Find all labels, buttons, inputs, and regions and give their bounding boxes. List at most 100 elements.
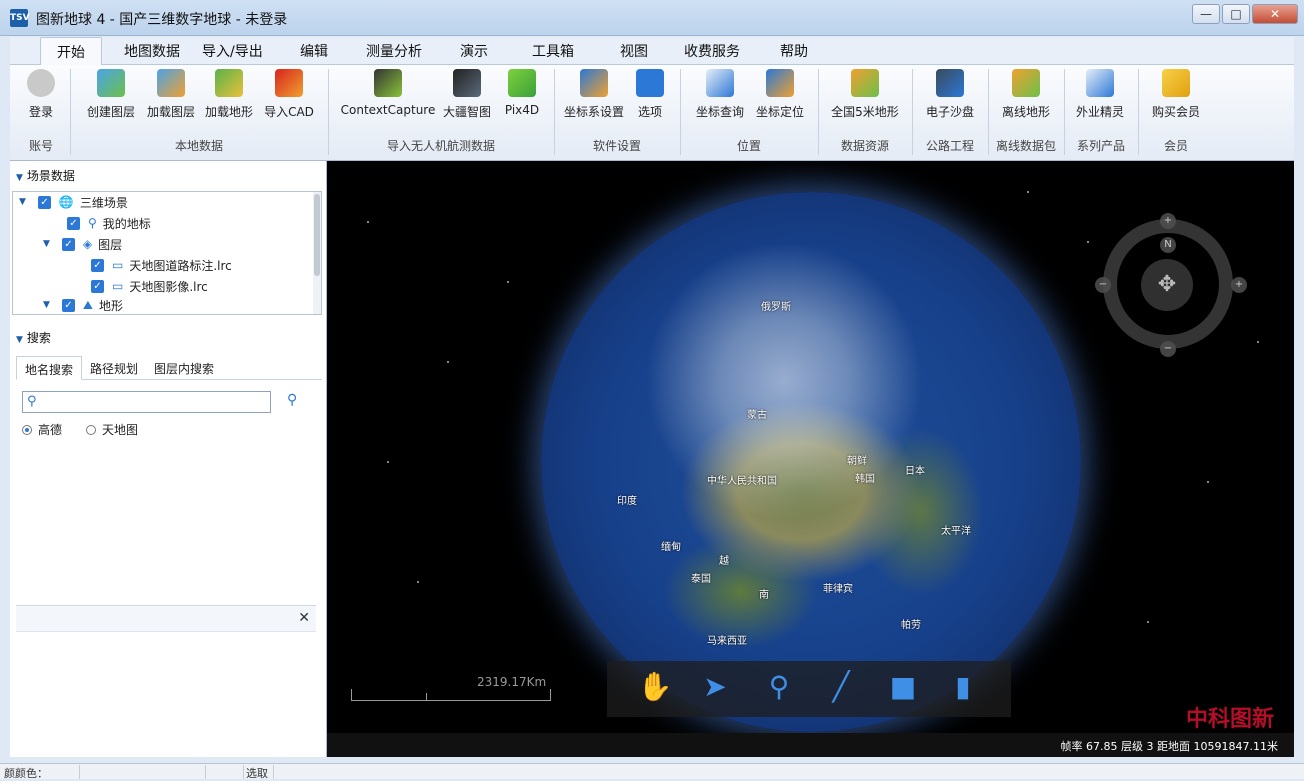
- tab-measure[interactable]: 测量分析: [360, 41, 428, 61]
- load-terrain-button[interactable]: 加载地形: [202, 69, 256, 120]
- crs-settings-button[interactable]: 坐标系设置: [562, 69, 626, 120]
- minimize-button[interactable]: —: [1192, 4, 1220, 24]
- terrain-icon: ⛰: [82, 297, 94, 312]
- hand-pan-icon[interactable]: ✋: [637, 669, 673, 705]
- options-gear-icon: [636, 69, 664, 97]
- map-label: 越: [719, 556, 729, 567]
- tab-view[interactable]: 视图: [614, 41, 654, 61]
- earth-globe[interactable]: 中华人民共和国 日本 韩国 朝鲜 蒙古 俄罗斯 印度 缅甸 泰国 越 南 菲律宾…: [541, 192, 1081, 732]
- tree-item-layers[interactable]: ▼ ✓ ◈ 图层: [43, 234, 122, 254]
- tab-route-planning[interactable]: 路径规划: [82, 356, 146, 379]
- search-input[interactable]: [22, 391, 271, 413]
- terrain-5m-icon: [851, 69, 879, 97]
- ribbon: 登录 创建图层 加载图层 加载地形 导入CAD ContextCapture 大…: [10, 65, 1294, 161]
- offline-terrain-icon: [1012, 69, 1040, 97]
- checkbox[interactable]: ✓: [61, 237, 75, 251]
- expand-triangle-icon[interactable]: ▼: [43, 300, 50, 310]
- radio-gaode[interactable]: [22, 424, 32, 435]
- group-local-data: 本地数据: [174, 139, 223, 153]
- checkbox[interactable]: ✓: [91, 279, 104, 293]
- scene-data-header[interactable]: ▼ 场景数据: [10, 163, 327, 185]
- tree-item-terrain[interactable]: ▼ ✓ ⛰ 地形: [43, 297, 123, 313]
- tab-import-export[interactable]: 导入/导出: [196, 41, 269, 61]
- radio-tianditu[interactable]: [86, 424, 97, 435]
- globe-viewport[interactable]: 中华人民共和国 日本 韩国 朝鲜 蒙古 俄罗斯 印度 缅甸 泰国 越 南 菲律宾…: [327, 161, 1294, 757]
- coord-query-button[interactable]: 坐标查询: [694, 69, 746, 120]
- close-icon[interactable]: ✕: [298, 610, 310, 626]
- tab-map-data[interactable]: 地图数据: [118, 41, 186, 61]
- checkbox[interactable]: ✓: [37, 195, 51, 209]
- zoom-in-icon[interactable]: +: [1160, 213, 1176, 229]
- map-label: 南: [759, 590, 769, 601]
- pin-icon: ⚲: [88, 216, 97, 230]
- line-draw-icon[interactable]: ╱: [823, 669, 859, 705]
- tree-item-3d-scene[interactable]: ▼ ✓ 🌐 三维场景: [19, 192, 128, 212]
- layers-icon: ◈: [82, 237, 93, 251]
- tree-scrollbar[interactable]: [313, 192, 321, 314]
- group-membership: 会员: [1163, 139, 1188, 153]
- search-icon[interactable]: ⚲: [287, 392, 297, 408]
- options-button[interactable]: 选项: [634, 69, 666, 120]
- status-cell: [80, 765, 206, 779]
- checkbox[interactable]: ✓: [61, 298, 75, 312]
- pan-arrows-icon[interactable]: ✥: [1141, 259, 1193, 311]
- map-label: 中华人民共和国: [707, 476, 777, 487]
- coord-locate-button[interactable]: 坐标定位: [754, 69, 806, 120]
- tab-help[interactable]: 帮助: [774, 41, 814, 61]
- tree-item-my-placemarks[interactable]: ✓ ⚲ 我的地标: [67, 213, 151, 233]
- tab-layer-search[interactable]: 图层内搜索: [146, 356, 222, 379]
- tree-item-tianditu-road[interactable]: ✓ ▭ 天地图道路标注.lrc: [91, 255, 232, 275]
- sand-table-icon: [936, 69, 964, 97]
- group-data-resources: 数据资源: [840, 139, 889, 153]
- status-cell: [206, 765, 244, 779]
- sand-table-button[interactable]: 电子沙盘: [924, 69, 976, 120]
- load-layer-button[interactable]: 加载图层: [144, 69, 198, 120]
- maximize-button[interactable]: □: [1222, 4, 1250, 24]
- user-avatar-icon: [27, 69, 55, 97]
- map-label: 帕劳: [901, 620, 921, 631]
- tab-presentation[interactable]: 演示: [454, 41, 494, 61]
- zoom-out-icon[interactable]: −: [1160, 341, 1176, 357]
- rotate-right-icon[interactable]: +: [1231, 277, 1247, 293]
- tab-toolbox[interactable]: 工具箱: [526, 41, 580, 61]
- import-cad-button[interactable]: 导入CAD: [262, 69, 316, 120]
- status-cell: 颜颜色：: [2, 765, 80, 780]
- measure-chart-icon[interactable]: ▮: [945, 669, 981, 705]
- expand-triangle-icon[interactable]: ▼: [43, 239, 50, 249]
- tree-item-tianditu-image[interactable]: ✓ ▭ 天地图影像.lrc: [91, 276, 208, 296]
- status-cell: 选取: [244, 765, 274, 780]
- group-uav-import: 导入无人机航测数据: [386, 139, 495, 153]
- close-button[interactable]: ✕: [1252, 4, 1298, 24]
- map-label: 朝鲜: [847, 456, 867, 467]
- tab-edit[interactable]: 编辑: [294, 41, 334, 61]
- terrain-5m-button[interactable]: 全国5米地形: [830, 69, 900, 120]
- pix4d-button[interactable]: Pix4D: [502, 69, 542, 117]
- checkbox[interactable]: ✓: [91, 258, 104, 272]
- map-label: 日本: [905, 466, 925, 477]
- placemark-pin-icon[interactable]: ⚲: [761, 669, 797, 705]
- tab-paid-services[interactable]: 收费服务: [678, 41, 746, 61]
- tab-place-search[interactable]: 地名搜索: [16, 356, 83, 380]
- info-panel-header: [16, 606, 316, 632]
- field-app-icon: [1086, 69, 1114, 97]
- pointer-icon[interactable]: ➤: [697, 669, 733, 705]
- dji-terra-button[interactable]: 大疆智图: [440, 69, 494, 120]
- title-bar: TSV 图新地球 4 - 国产三维数字地球 - 未登录 — □ ✕: [0, 0, 1304, 36]
- buy-vip-button[interactable]: 购买会员: [1150, 69, 1202, 120]
- scrollbar-thumb[interactable]: [314, 194, 320, 276]
- login-button[interactable]: 登录: [24, 69, 58, 120]
- group-offline-package: 离线数据包: [995, 139, 1056, 153]
- map-label: 泰国: [691, 574, 711, 585]
- expand-triangle-icon[interactable]: ▼: [19, 197, 26, 207]
- globe-icon: 🌐: [58, 195, 74, 209]
- search-header[interactable]: ▼ 搜索: [10, 325, 327, 347]
- offline-terrain-button[interactable]: 离线地形: [1000, 69, 1052, 120]
- rotate-left-icon[interactable]: −: [1095, 277, 1111, 293]
- field-app-button[interactable]: 外业精灵: [1074, 69, 1126, 120]
- polygon-draw-icon[interactable]: ■: [885, 669, 921, 705]
- checkbox[interactable]: ✓: [67, 216, 80, 230]
- tab-start[interactable]: 开始: [40, 37, 102, 66]
- create-layer-button[interactable]: 创建图层: [84, 69, 138, 120]
- north-reset-icon[interactable]: N: [1160, 237, 1176, 253]
- contextcapture-button[interactable]: ContextCapture: [340, 69, 436, 117]
